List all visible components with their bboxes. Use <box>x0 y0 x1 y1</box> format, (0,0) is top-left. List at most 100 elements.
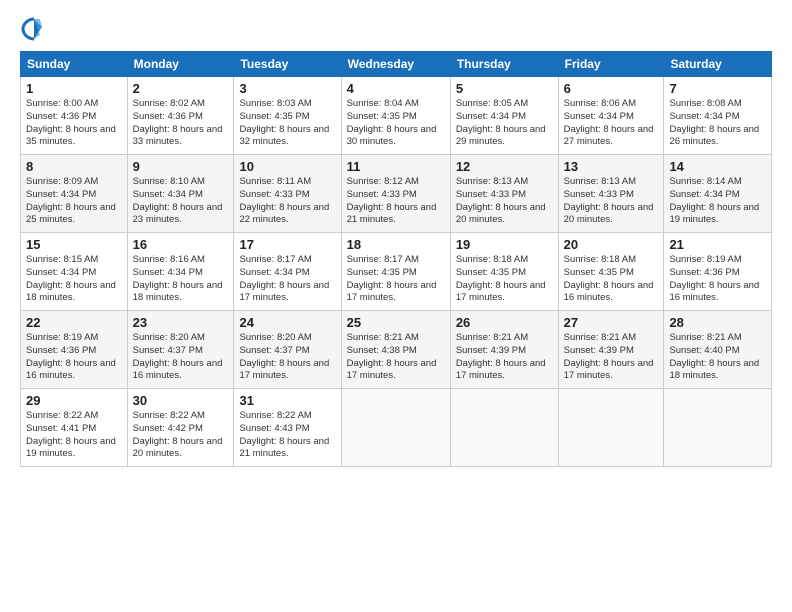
day-info: Sunrise: 8:00 AMSunset: 4:36 PMDaylight:… <box>26 98 122 149</box>
day-number: 10 <box>239 159 335 174</box>
day-cell-4: 4 Sunrise: 8:04 AMSunset: 4:35 PMDaylight… <box>341 77 450 155</box>
day-cell-29: 29 Sunrise: 8:22 AMSunset: 4:41 PMDayligh… <box>21 389 128 467</box>
day-number: 18 <box>347 237 445 252</box>
day-number: 14 <box>669 159 766 174</box>
day-number: 27 <box>564 315 659 330</box>
day-info: Sunrise: 8:04 AMSunset: 4:35 PMDaylight:… <box>347 98 445 149</box>
day-cell-24: 24 Sunrise: 8:20 AMSunset: 4:37 PMDayligh… <box>234 311 341 389</box>
day-number: 6 <box>564 81 659 96</box>
day-number: 15 <box>26 237 122 252</box>
day-number: 4 <box>347 81 445 96</box>
day-cell-1: 1 Sunrise: 8:00 AMSunset: 4:36 PMDaylight… <box>21 77 128 155</box>
day-number: 28 <box>669 315 766 330</box>
day-cell-30: 30Sunrise: 8:22 AMSunset: 4:42 PMDayligh… <box>127 389 234 467</box>
day-cell-8: 8 Sunrise: 8:09 AMSunset: 4:34 PMDaylight… <box>21 155 128 233</box>
day-info: Sunrise: 8:18 AMSunset: 4:35 PMDaylight:… <box>456 254 553 305</box>
day-number: 3 <box>239 81 335 96</box>
day-cell-15: 15 Sunrise: 8:15 AMSunset: 4:34 PMDayligh… <box>21 233 128 311</box>
column-header-tuesday: Tuesday <box>234 52 341 77</box>
day-number: 12 <box>456 159 553 174</box>
day-info: Sunrise: 8:06 AMSunset: 4:34 PMDaylight:… <box>564 98 659 149</box>
day-cell-9: 9 Sunrise: 8:10 AMSunset: 4:34 PMDaylight… <box>127 155 234 233</box>
day-info: Sunrise: 8:21 AMSunset: 4:40 PMDaylight:… <box>669 332 766 383</box>
column-header-wednesday: Wednesday <box>341 52 450 77</box>
day-info: Sunrise: 8:12 AMSunset: 4:33 PMDaylight:… <box>347 176 445 227</box>
day-number: 2 <box>133 81 229 96</box>
day-cell-22: 22 Sunrise: 8:19 AMSunset: 4:36 PMDayligh… <box>21 311 128 389</box>
day-cell-10: 10Sunrise: 8:11 AMSunset: 4:33 PMDayligh… <box>234 155 341 233</box>
day-info: Sunrise: 8:21 AMSunset: 4:39 PMDaylight:… <box>456 332 553 383</box>
day-info: Sunrise: 8:19 AMSunset: 4:36 PMDaylight:… <box>669 254 766 305</box>
day-number: 21 <box>669 237 766 252</box>
day-cell-6: 6 Sunrise: 8:06 AMSunset: 4:34 PMDaylight… <box>558 77 664 155</box>
day-cell-3: 3 Sunrise: 8:03 AMSunset: 4:35 PMDaylight… <box>234 77 341 155</box>
day-info: Sunrise: 8:03 AMSunset: 4:35 PMDaylight:… <box>239 98 335 149</box>
day-info: Sunrise: 8:09 AMSunset: 4:34 PMDaylight:… <box>26 176 122 227</box>
column-header-monday: Monday <box>127 52 234 77</box>
column-header-sunday: Sunday <box>21 52 128 77</box>
day-number: 19 <box>456 237 553 252</box>
day-number: 31 <box>239 393 335 408</box>
day-info: Sunrise: 8:15 AMSunset: 4:34 PMDaylight:… <box>26 254 122 305</box>
day-cell-11: 11 Sunrise: 8:12 AMSunset: 4:33 PMDayligh… <box>341 155 450 233</box>
day-info: Sunrise: 8:17 AMSunset: 4:35 PMDaylight:… <box>347 254 445 305</box>
day-cell-7: 7 Sunrise: 8:08 AMSunset: 4:34 PMDaylight… <box>664 77 772 155</box>
column-header-thursday: Thursday <box>450 52 558 77</box>
day-info: Sunrise: 8:21 AMSunset: 4:38 PMDaylight:… <box>347 332 445 383</box>
week-row-3: 15 Sunrise: 8:15 AMSunset: 4:34 PMDayligh… <box>21 233 772 311</box>
day-info: Sunrise: 8:13 AMSunset: 4:33 PMDaylight:… <box>564 176 659 227</box>
empty-cell <box>341 389 450 467</box>
column-header-saturday: Saturday <box>664 52 772 77</box>
day-cell-23: 23Sunrise: 8:20 AMSunset: 4:37 PMDayligh… <box>127 311 234 389</box>
day-number: 9 <box>133 159 229 174</box>
logo-icon <box>20 15 48 43</box>
day-number: 30 <box>133 393 229 408</box>
day-info: Sunrise: 8:20 AMSunset: 4:37 PMDaylight:… <box>239 332 335 383</box>
day-number: 24 <box>239 315 335 330</box>
day-cell-16: 16 Sunrise: 8:16 AMSunset: 4:34 PMDayligh… <box>127 233 234 311</box>
logo <box>20 15 52 43</box>
day-info: Sunrise: 8:05 AMSunset: 4:34 PMDaylight:… <box>456 98 553 149</box>
header <box>20 15 772 43</box>
day-number: 29 <box>26 393 122 408</box>
day-number: 11 <box>347 159 445 174</box>
day-info: Sunrise: 8:20 AMSunset: 4:37 PMDaylight:… <box>133 332 229 383</box>
day-cell-5: 5 Sunrise: 8:05 AMSunset: 4:34 PMDaylight… <box>450 77 558 155</box>
day-info: Sunrise: 8:17 AMSunset: 4:34 PMDaylight:… <box>239 254 335 305</box>
day-number: 16 <box>133 237 229 252</box>
day-cell-12: 12Sunrise: 8:13 AMSunset: 4:33 PMDayligh… <box>450 155 558 233</box>
day-cell-27: 27Sunrise: 8:21 AMSunset: 4:39 PMDayligh… <box>558 311 664 389</box>
calendar-table: SundayMondayTuesdayWednesdayThursdayFrid… <box>20 51 772 467</box>
day-cell-13: 13Sunrise: 8:13 AMSunset: 4:33 PMDayligh… <box>558 155 664 233</box>
day-info: Sunrise: 8:18 AMSunset: 4:35 PMDaylight:… <box>564 254 659 305</box>
empty-cell <box>558 389 664 467</box>
day-number: 25 <box>347 315 445 330</box>
day-number: 20 <box>564 237 659 252</box>
day-number: 1 <box>26 81 122 96</box>
day-number: 5 <box>456 81 553 96</box>
day-cell-28: 28 Sunrise: 8:21 AMSunset: 4:40 PMDayligh… <box>664 311 772 389</box>
week-row-1: 1 Sunrise: 8:00 AMSunset: 4:36 PMDaylight… <box>21 77 772 155</box>
day-info: Sunrise: 8:10 AMSunset: 4:34 PMDaylight:… <box>133 176 229 227</box>
day-info: Sunrise: 8:22 AMSunset: 4:41 PMDaylight:… <box>26 410 122 461</box>
day-number: 26 <box>456 315 553 330</box>
day-cell-18: 18 Sunrise: 8:17 AMSunset: 4:35 PMDayligh… <box>341 233 450 311</box>
day-number: 8 <box>26 159 122 174</box>
day-info: Sunrise: 8:22 AMSunset: 4:43 PMDaylight:… <box>239 410 335 461</box>
day-cell-19: 19 Sunrise: 8:18 AMSunset: 4:35 PMDayligh… <box>450 233 558 311</box>
week-row-5: 29 Sunrise: 8:22 AMSunset: 4:41 PMDayligh… <box>21 389 772 467</box>
day-info: Sunrise: 8:08 AMSunset: 4:34 PMDaylight:… <box>669 98 766 149</box>
day-cell-14: 14 Sunrise: 8:14 AMSunset: 4:34 PMDayligh… <box>664 155 772 233</box>
day-cell-20: 20 Sunrise: 8:18 AMSunset: 4:35 PMDayligh… <box>558 233 664 311</box>
day-cell-21: 21 Sunrise: 8:19 AMSunset: 4:36 PMDayligh… <box>664 233 772 311</box>
day-info: Sunrise: 8:19 AMSunset: 4:36 PMDaylight:… <box>26 332 122 383</box>
day-info: Sunrise: 8:16 AMSunset: 4:34 PMDaylight:… <box>133 254 229 305</box>
day-cell-25: 25 Sunrise: 8:21 AMSunset: 4:38 PMDayligh… <box>341 311 450 389</box>
day-info: Sunrise: 8:02 AMSunset: 4:36 PMDaylight:… <box>133 98 229 149</box>
week-row-2: 8 Sunrise: 8:09 AMSunset: 4:34 PMDaylight… <box>21 155 772 233</box>
day-info: Sunrise: 8:14 AMSunset: 4:34 PMDaylight:… <box>669 176 766 227</box>
day-cell-2: 2 Sunrise: 8:02 AMSunset: 4:36 PMDaylight… <box>127 77 234 155</box>
day-number: 22 <box>26 315 122 330</box>
page: SundayMondayTuesdayWednesdayThursdayFrid… <box>0 0 792 477</box>
day-number: 7 <box>669 81 766 96</box>
